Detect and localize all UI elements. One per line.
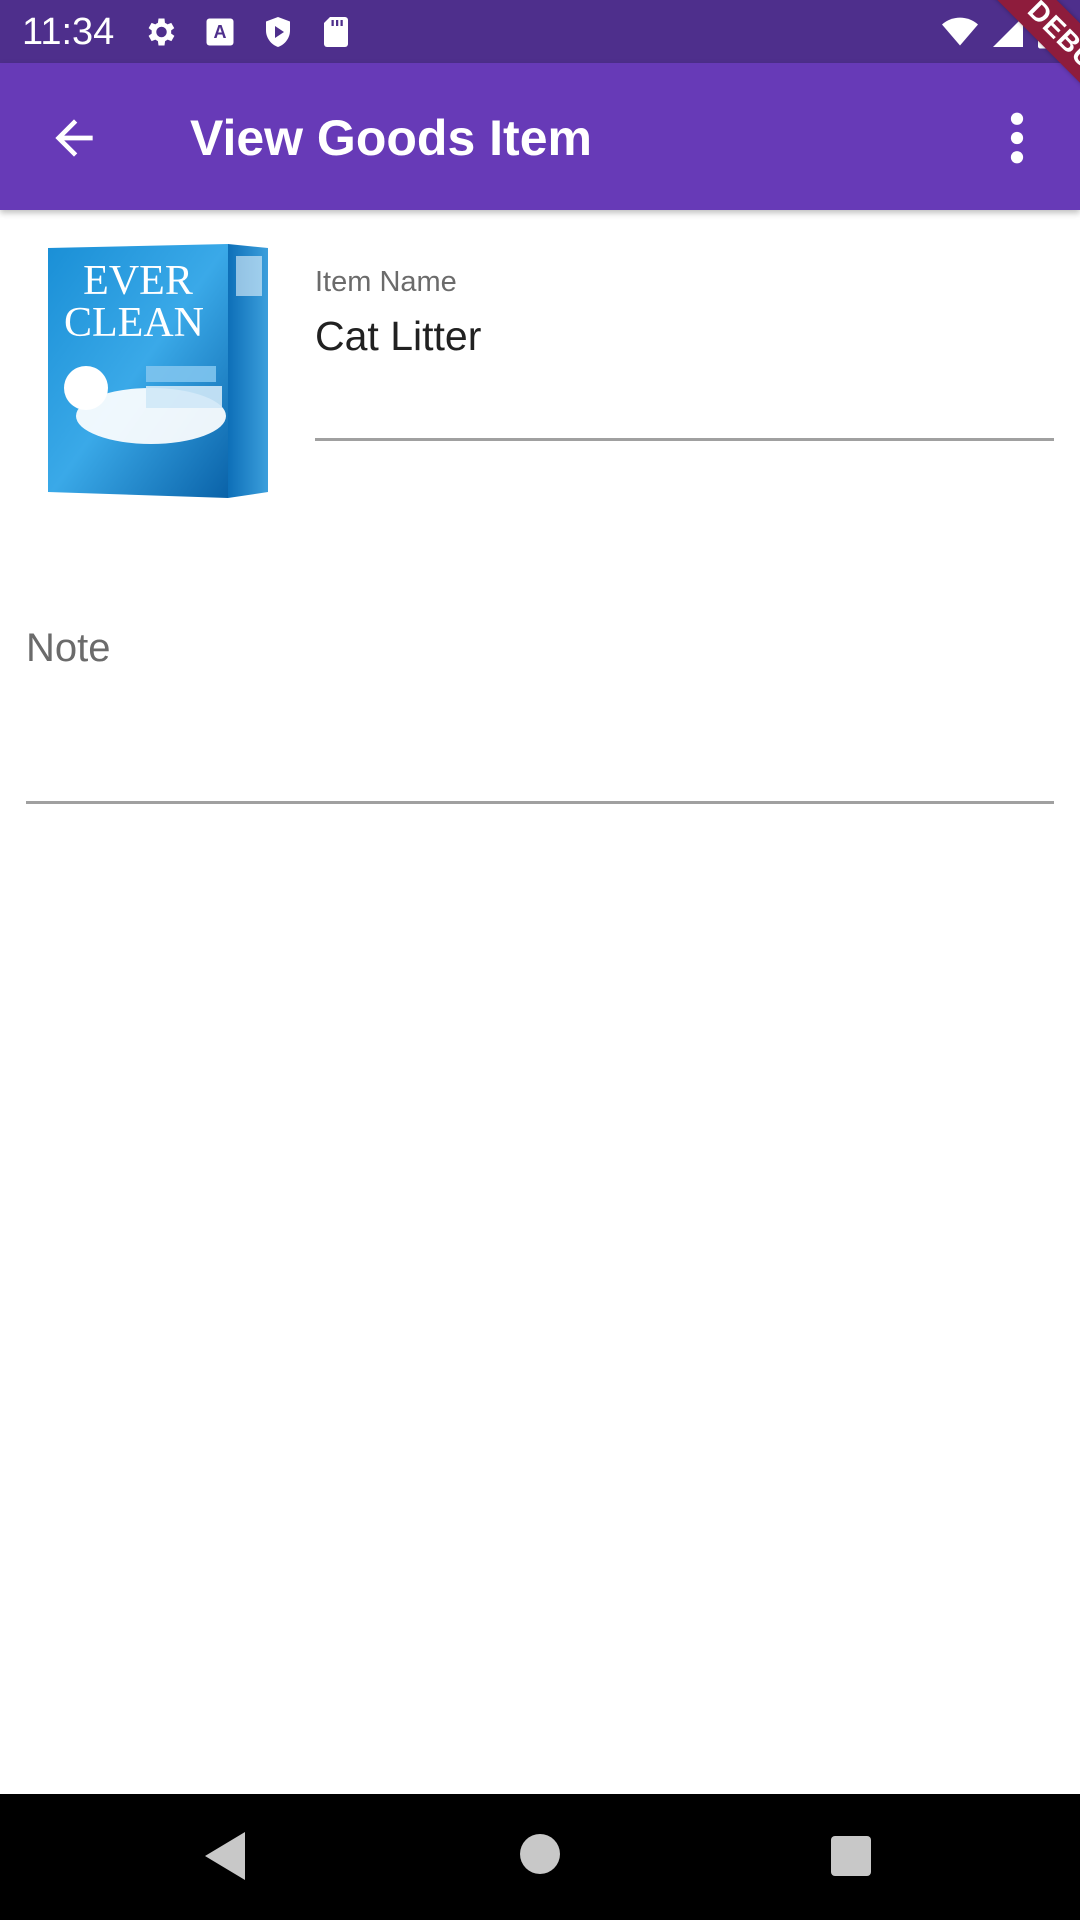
page-title: View Goods Item	[190, 110, 592, 166]
battery-icon	[1034, 14, 1060, 50]
note-underline	[26, 801, 1054, 804]
a-badge-icon: A	[202, 14, 238, 50]
back-button[interactable]	[44, 110, 104, 166]
signal-icon	[990, 14, 1026, 50]
arrow-back-icon	[55, 119, 93, 157]
more-vert-icon	[1010, 112, 1024, 164]
item-name-value: Cat Litter	[315, 313, 482, 359]
product-image[interactable]: EVER CLEAN	[46, 236, 268, 498]
item-name-label: Item Name	[315, 266, 457, 298]
nav-back-icon[interactable]	[204, 1832, 246, 1880]
status-time: 11:34	[22, 11, 115, 53]
navigation-bar	[0, 1794, 1080, 1920]
nav-recents-icon[interactable]	[831, 1836, 871, 1876]
note-label: Note	[26, 626, 111, 670]
item-name-underline	[315, 438, 1054, 441]
item-name-field[interactable]: Item Name Cat Litter	[315, 262, 1054, 442]
status-bar: 11:34 A	[0, 0, 1080, 63]
gear-icon	[142, 14, 178, 50]
shield-play-icon	[260, 14, 296, 50]
note-field[interactable]: Note	[26, 620, 1054, 805]
more-options-button[interactable]	[1000, 110, 1034, 166]
nav-home-icon[interactable]	[520, 1834, 560, 1874]
svg-text:A: A	[214, 22, 227, 42]
wifi-icon	[942, 14, 978, 50]
svg-text:CLEAN: CLEAN	[64, 300, 204, 346]
svg-text:EVER: EVER	[83, 258, 193, 304]
sd-card-icon	[318, 14, 354, 50]
